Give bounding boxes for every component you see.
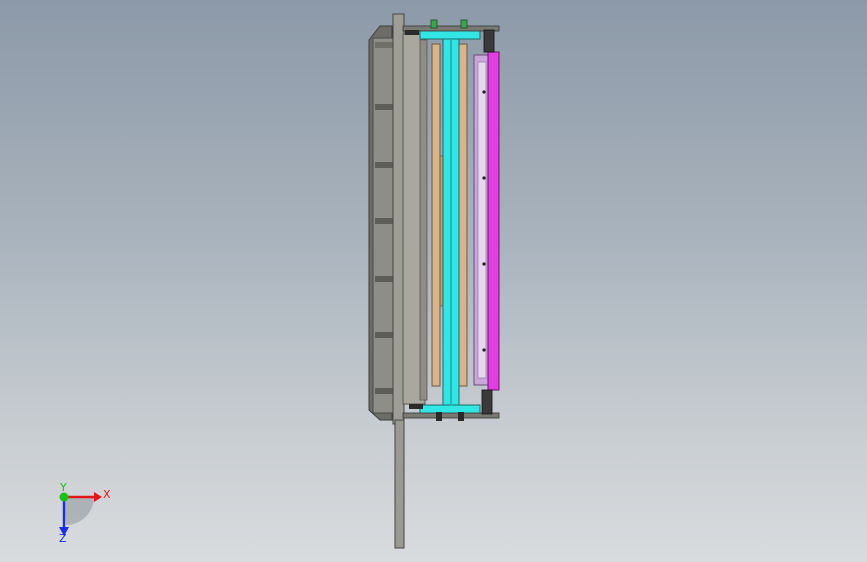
graphics-viewport[interactable]: X Y Z bbox=[0, 0, 867, 562]
housing-rib-3[interactable] bbox=[375, 162, 395, 168]
shaft-center-line bbox=[450, 40, 452, 406]
magenta-panel[interactable] bbox=[487, 51, 500, 391]
bottom-nut-1[interactable] bbox=[436, 412, 442, 421]
housing-rib-6[interactable] bbox=[375, 332, 395, 338]
plate-inner-edge[interactable] bbox=[419, 39, 428, 401]
plate-main[interactable] bbox=[392, 13, 405, 425]
top-green-nut-1[interactable] bbox=[430, 19, 438, 29]
bottom-nut-2[interactable] bbox=[458, 412, 464, 421]
panel-dot-2 bbox=[482, 176, 486, 180]
housing-rib-1[interactable] bbox=[375, 42, 395, 48]
panel-dot-4 bbox=[482, 348, 486, 352]
magenta-panel-assembly[interactable] bbox=[473, 51, 500, 391]
lavender-inner[interactable] bbox=[477, 61, 487, 379]
panel-dot-3 bbox=[482, 262, 486, 266]
top-green-nut-2[interactable] bbox=[460, 19, 468, 29]
bottom-right-bolt[interactable] bbox=[481, 389, 493, 415]
housing-rib-5[interactable] bbox=[375, 276, 395, 282]
top-left-clip[interactable] bbox=[405, 30, 419, 35]
housing-rib-7[interactable] bbox=[375, 388, 395, 394]
bottom-left-clip[interactable] bbox=[409, 404, 423, 409]
plate-leg[interactable] bbox=[394, 419, 405, 549]
cyan-shaft-assembly[interactable] bbox=[419, 29, 481, 415]
panel-dot-1 bbox=[482, 90, 486, 94]
housing-rib-4[interactable] bbox=[375, 218, 395, 224]
cad-model[interactable] bbox=[0, 0, 867, 562]
housing-rib-2[interactable] bbox=[375, 104, 395, 110]
tan-rail-left[interactable] bbox=[431, 43, 441, 387]
mounting-plate[interactable] bbox=[392, 13, 428, 549]
top-right-bolt[interactable] bbox=[483, 29, 495, 53]
tan-rail-right[interactable] bbox=[458, 43, 468, 387]
